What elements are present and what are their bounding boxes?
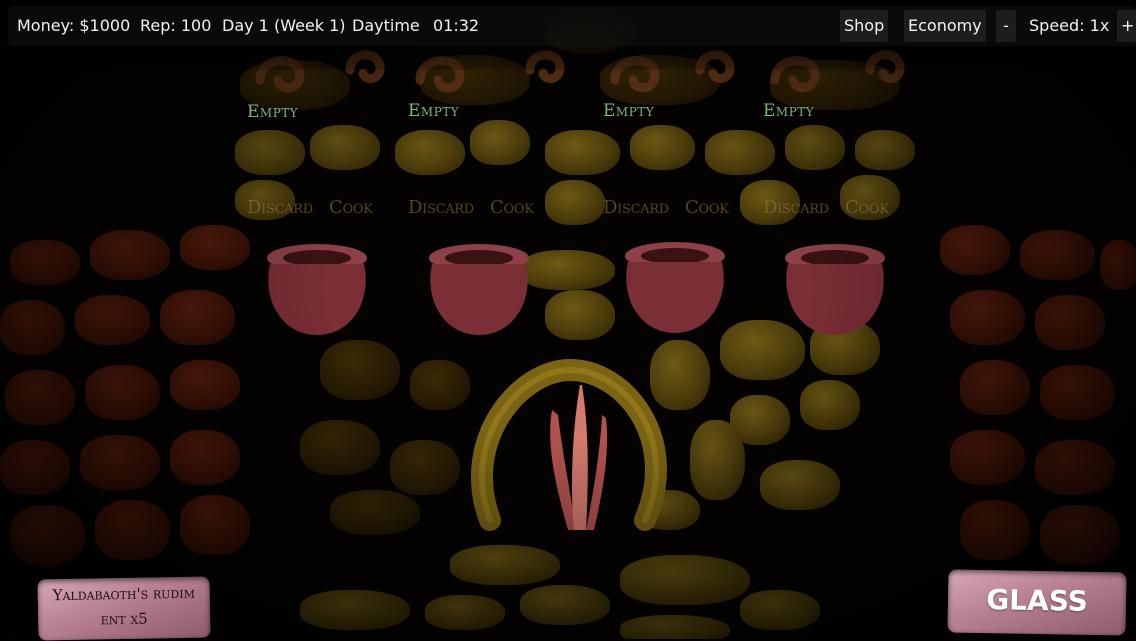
wall-stone — [300, 420, 380, 475]
wall-stone — [1020, 230, 1095, 280]
wall-stone — [10, 505, 85, 565]
floor-stone — [450, 545, 560, 585]
wall-stone — [785, 125, 845, 170]
wall-stone — [95, 500, 170, 560]
wall-stone — [235, 130, 305, 175]
wall-stone — [705, 130, 775, 175]
floor-stone — [425, 595, 505, 630]
cauldron-3-discard-button[interactable]: Discard — [603, 197, 669, 218]
wall-stone — [950, 290, 1025, 345]
cauldron-2-discard-button[interactable]: Discard — [408, 197, 474, 218]
speed-increase-button[interactable]: + — [1117, 10, 1136, 42]
wall-stone — [1040, 365, 1115, 420]
wall-stone — [80, 435, 160, 490]
floor-stone — [520, 585, 610, 625]
wall-stone — [545, 180, 605, 225]
wall-stone — [545, 130, 620, 175]
cauldron-pot-2[interactable] — [424, 240, 534, 340]
cauldron-1-discard-button[interactable]: Discard — [247, 197, 313, 218]
cauldron-3-cook-button[interactable]: Cook — [685, 197, 729, 218]
wall-stone — [160, 290, 235, 345]
cauldron-4-status: Empty — [763, 101, 815, 121]
wall-stone — [960, 360, 1030, 415]
money-display: Money: $1000 — [17, 16, 131, 35]
speed-decrease-button[interactable]: - — [996, 10, 1016, 42]
reputation-display: Rep: 100 — [140, 16, 212, 35]
wall-stone — [1035, 440, 1115, 495]
wall-stone — [85, 365, 160, 420]
wall-stone — [940, 225, 1010, 275]
phase-display: Daytime — [352, 16, 420, 35]
wall-stone — [5, 370, 75, 425]
cauldron-1-status: Empty — [247, 102, 299, 122]
ingredient-card[interactable]: Yaldabaoth's rudim ent x5 — [37, 576, 211, 641]
wall-stone — [90, 230, 170, 280]
glass-button-label: GLASS — [985, 583, 1089, 618]
cauldron-3-status: Empty — [603, 101, 655, 121]
wall-stone — [390, 440, 460, 495]
speed-display: Speed: 1x — [1029, 16, 1110, 35]
cauldron-pot-1[interactable] — [262, 240, 372, 340]
floor-stone — [300, 590, 410, 630]
wall-stone — [320, 340, 400, 400]
wall-stone — [1040, 505, 1120, 565]
wall-stone — [630, 125, 695, 170]
wall-stone — [1100, 240, 1136, 290]
cauldron-2-status: Empty — [408, 101, 460, 121]
economy-button[interactable]: Economy — [904, 10, 986, 42]
cauldron-pot-3[interactable] — [615, 238, 735, 338]
wall-stone — [960, 500, 1030, 560]
floor-stone — [620, 555, 750, 605]
cauldron-2-cook-button[interactable]: Cook — [490, 197, 534, 218]
wall-stone — [855, 130, 915, 170]
wall-stone — [10, 240, 80, 285]
wall-stone — [310, 125, 380, 170]
wall-stone — [395, 130, 465, 175]
hud-bar: Money: $1000 Rep: 100 Day 1 (Week 1) Day… — [8, 6, 1136, 46]
wall-stone — [470, 120, 530, 165]
wall-stone — [545, 290, 615, 340]
kitchen-scene — [0, 0, 1136, 639]
wall-stone — [950, 430, 1025, 485]
wall-stone — [1035, 295, 1105, 350]
floor-stone — [740, 590, 820, 630]
wall-stone — [800, 380, 860, 430]
cauldron-pot-4[interactable] — [780, 240, 890, 340]
shop-button[interactable]: Shop — [840, 10, 889, 42]
clock-display: 01:32 — [433, 16, 480, 35]
wall-stone — [170, 430, 240, 485]
wall-stone — [75, 295, 150, 345]
glass-button[interactable]: GLASS — [947, 569, 1127, 636]
cauldron-4-cook-button[interactable]: Cook — [845, 197, 889, 218]
wall-stone — [330, 490, 420, 535]
ingredient-card-name: Yaldabaoth's rudim — [52, 583, 196, 605]
wall-stone — [0, 440, 70, 495]
floor-stone — [620, 615, 730, 639]
wall-stone — [180, 495, 250, 555]
wall-stone — [180, 225, 250, 270]
fire-flame-icon — [550, 385, 608, 530]
wall-stone — [760, 460, 840, 510]
cauldron-4-discard-button[interactable]: Discard — [763, 197, 829, 218]
wall-stone — [690, 420, 745, 500]
wall-stone — [170, 360, 240, 410]
day-display: Day 1 (Week 1) — [222, 16, 346, 35]
cauldron-1-cook-button[interactable]: Cook — [329, 197, 373, 218]
wall-stone — [0, 300, 65, 355]
ingredient-card-quantity: ent x5 — [100, 609, 148, 629]
wall-stone — [520, 250, 615, 290]
